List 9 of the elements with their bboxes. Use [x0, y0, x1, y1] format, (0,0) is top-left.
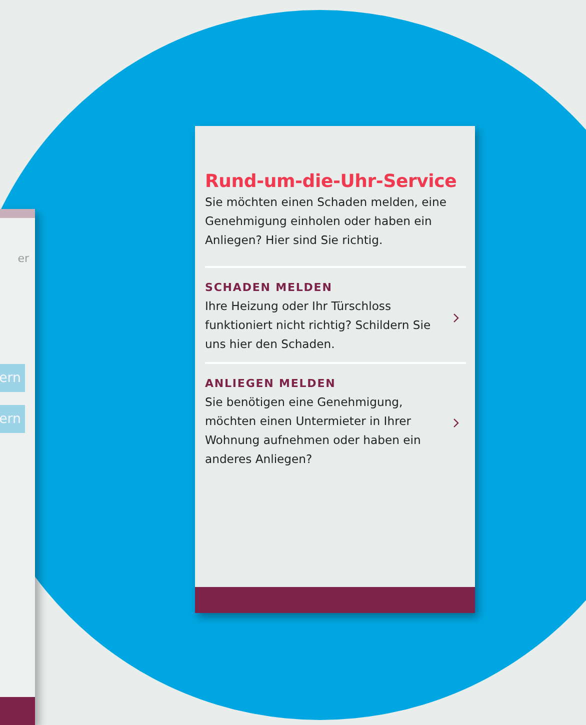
card-label: er — [16, 252, 30, 265]
chevron-right-icon — [452, 312, 460, 322]
intro-text: Sie möchten einen Schaden melden, eine Genehmigung einholen oder haben ein Anliegen? Hier sind Sie richtig. — [205, 194, 448, 249]
footer-bar — [0, 697, 35, 725]
header-bar — [0, 209, 35, 218]
card-title: Rund-um-die-Uhr-Service — [205, 171, 458, 193]
service-link[interactable]: ANLIEGEN MELDEN Sie benötigen eine Genehmigung, möchten einen Untermieter in Ihrer Wohnung aufnehmen oder haben ein anderes Anliegen? — [205, 362, 466, 477]
service-link[interactable]: SCHADEN MELDEN Ihre Heizung oder Ihr Türschloss funktioniert nicht richtig? Schildern Sie uns hier den Schaden. — [205, 266, 466, 362]
chevron-right-icon — [452, 418, 460, 428]
